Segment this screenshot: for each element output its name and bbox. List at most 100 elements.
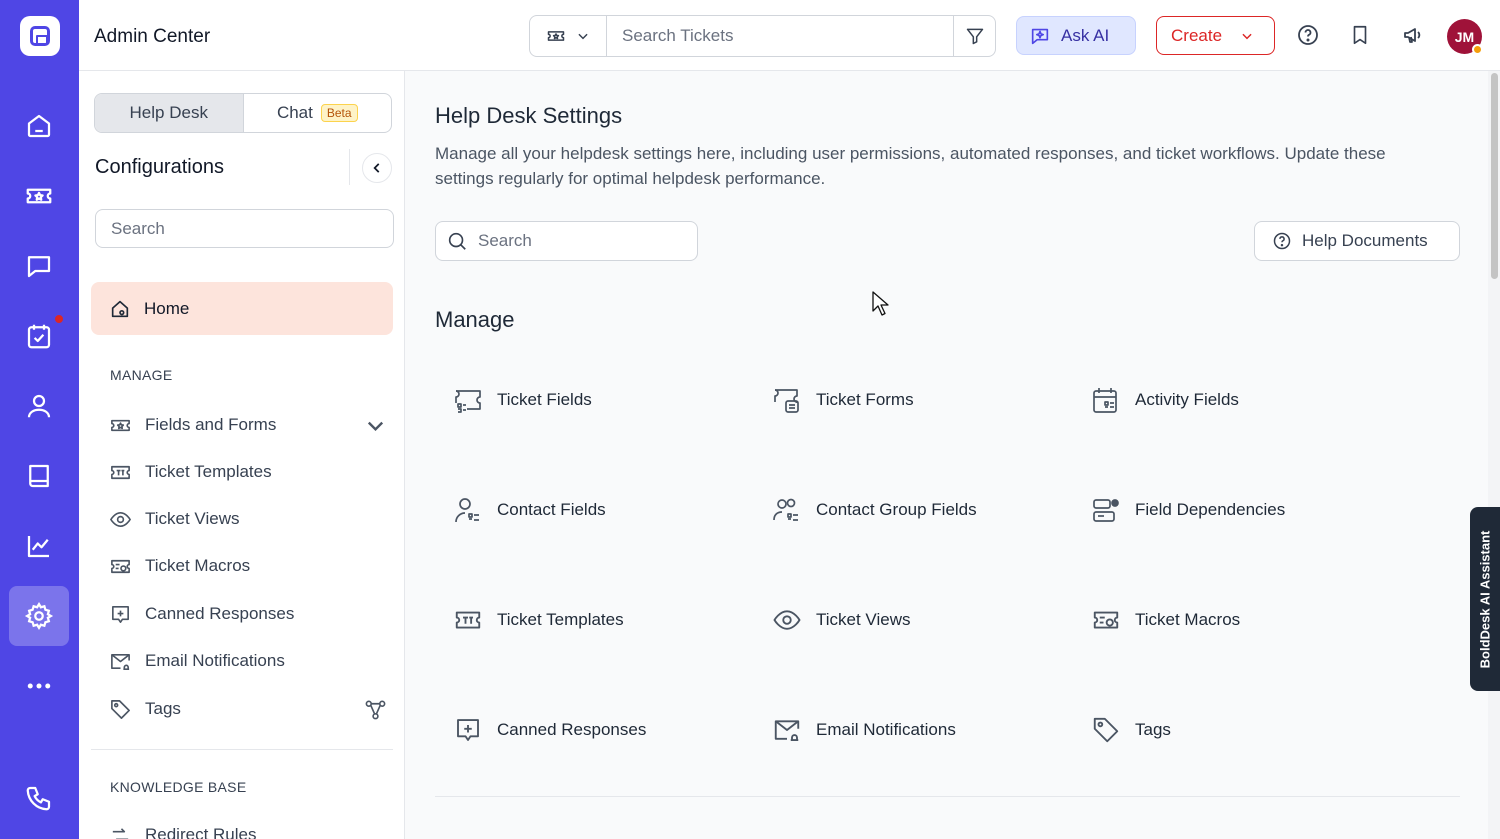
section-label-knowledge-base: KNOWLEDGE BASE [110,779,247,795]
hierarchy-icon[interactable] [364,698,387,721]
search-icon [448,232,466,250]
product-switcher: Help Desk Chat Beta [94,93,392,133]
ticket-search-input[interactable] [607,16,953,56]
bookmark-icon[interactable] [1347,22,1373,48]
card-label: Email Notifications [816,720,956,739]
card-tags[interactable]: Tags [1091,710,1391,750]
home-settings-icon [111,300,129,317]
card-label: Ticket Templates [497,610,624,629]
card-label: Ticket Views [816,610,911,629]
card-contact-fields[interactable]: Contact Fields [453,490,753,530]
filter-icon[interactable] [953,16,995,56]
app-logo[interactable] [20,16,60,56]
user-avatar[interactable]: JM [1447,19,1483,55]
chat-icon[interactable] [9,236,69,296]
settings-search-input[interactable] [478,231,678,251]
ai-assistant-tab[interactable]: BoldDesk AI Assistant [1470,507,1500,691]
chevron-down-icon [578,33,588,40]
ask-ai-button[interactable]: Ask AI [1016,16,1136,55]
main-scrollbar[interactable] [1488,71,1500,839]
card-field-dependencies[interactable]: Field Dependencies [1091,490,1391,530]
sidebar-item-label: Ticket Macros [145,556,251,575]
card-email-notifications[interactable]: Email Notifications [772,710,1072,750]
help-icon[interactable] [1295,22,1321,48]
help-documents-button[interactable]: Help Documents [1254,221,1460,261]
card-contact-group-fields[interactable]: Contact Group Fields [772,490,1072,530]
card-label: Activity Fields [1135,390,1239,409]
section-label-manage: MANAGE [110,367,173,383]
card-label: Ticket Forms [816,390,914,409]
announcement-icon[interactable] [1401,22,1427,48]
sidebar-item-ticket-views[interactable]: Ticket Views [109,503,391,535]
sidebar-search-input[interactable] [95,209,394,248]
eye-icon [773,610,801,630]
card-canned-responses[interactable]: Canned Responses [453,710,753,750]
ticket-search-group [529,15,996,57]
card-ticket-views[interactable]: Ticket Views [772,600,1072,640]
settings-search [435,221,698,261]
tab-chat[interactable]: Chat Beta [244,94,392,132]
card-label: Canned Responses [497,720,647,739]
create-label: Create [1171,25,1223,45]
sidebar-item-label: Email Notifications [145,651,285,670]
chevron-down-icon[interactable] [364,414,387,437]
sidebar-item-email-notifications[interactable]: Email Notifications [109,645,391,677]
create-button[interactable]: Create [1156,16,1275,55]
contacts-icon[interactable] [9,376,69,436]
ask-ai-label: Ask AI [1061,25,1110,45]
card-activity-fields[interactable]: Activity Fields [1091,380,1391,420]
sidebar-item-tags[interactable]: Tags [109,693,391,725]
beta-badge: Beta [320,104,358,122]
page-title: Admin Center [94,26,211,47]
sidebar-item-fields-and-forms[interactable]: Fields and Forms [109,409,391,441]
reports-icon[interactable] [9,516,69,576]
ticket-forms-icon [774,389,799,413]
settings-icon[interactable] [9,586,69,646]
fields-forms-icon [111,419,130,431]
left-rail [0,0,79,839]
card-ticket-fields[interactable]: Ticket Fields [453,380,753,420]
card-ticket-forms[interactable]: Ticket Forms [772,380,1072,420]
more-icon[interactable] [9,656,69,716]
sidebar-item-home[interactable]: Home [91,282,393,335]
tab-label: Help Desk [129,103,208,122]
card-ticket-macros[interactable]: Ticket Macros [1091,600,1391,640]
phone-icon[interactable] [9,768,69,828]
collapse-sidebar-button[interactable] [362,153,392,183]
card-label: Ticket Fields [497,390,592,409]
tickets-icon[interactable] [9,166,69,226]
contact-group-fields-icon [773,498,798,521]
configurations-sidebar: Help Desk Chat Beta Configurations Home … [79,71,405,839]
ticket-template-icon [111,465,130,479]
avatar-initials: JM [1454,28,1475,45]
sidebar-item-redirect-rules[interactable]: Redirect Rules [109,819,391,839]
sidebar-item-label: Ticket Templates [145,462,272,481]
tab-help-desk[interactable]: Help Desk [95,94,244,132]
card-label: Field Dependencies [1135,500,1286,519]
chevron-down-icon [1242,33,1252,39]
main-content: Help Desk Settings Manage all your helpd… [405,71,1488,839]
search-type-dropdown[interactable] [530,16,607,56]
knowledge-base-icon[interactable] [9,446,69,506]
sidebar-item-label: Tags [145,699,181,718]
canned-response-icon [457,719,479,741]
card-label: Contact Fields [497,500,606,519]
main-title: Help Desk Settings [435,103,623,128]
redirect-icon [112,827,129,839]
section-divider [435,796,1460,797]
sidebar-item-label: Home [144,298,190,318]
scrollbar-thumb[interactable] [1491,73,1498,279]
field-dependencies-icon [1093,499,1119,522]
card-label: Ticket Macros [1135,610,1241,629]
sidebar-item-canned-responses[interactable]: Canned Responses [109,598,391,630]
help-documents-label: Help Documents [1302,231,1428,250]
card-ticket-templates[interactable]: Ticket Templates [453,600,753,640]
help-circle-icon [1273,232,1291,250]
tag-icon [1093,717,1119,743]
sidebar-item-ticket-templates[interactable]: Ticket Templates [109,456,391,488]
activity-fields-icon [1093,388,1117,413]
sidebar-item-ticket-macros[interactable]: Ticket Macros [109,550,391,582]
home-icon[interactable] [9,96,69,156]
chevron-left-icon [373,163,380,173]
ticket-template-icon [455,611,481,629]
